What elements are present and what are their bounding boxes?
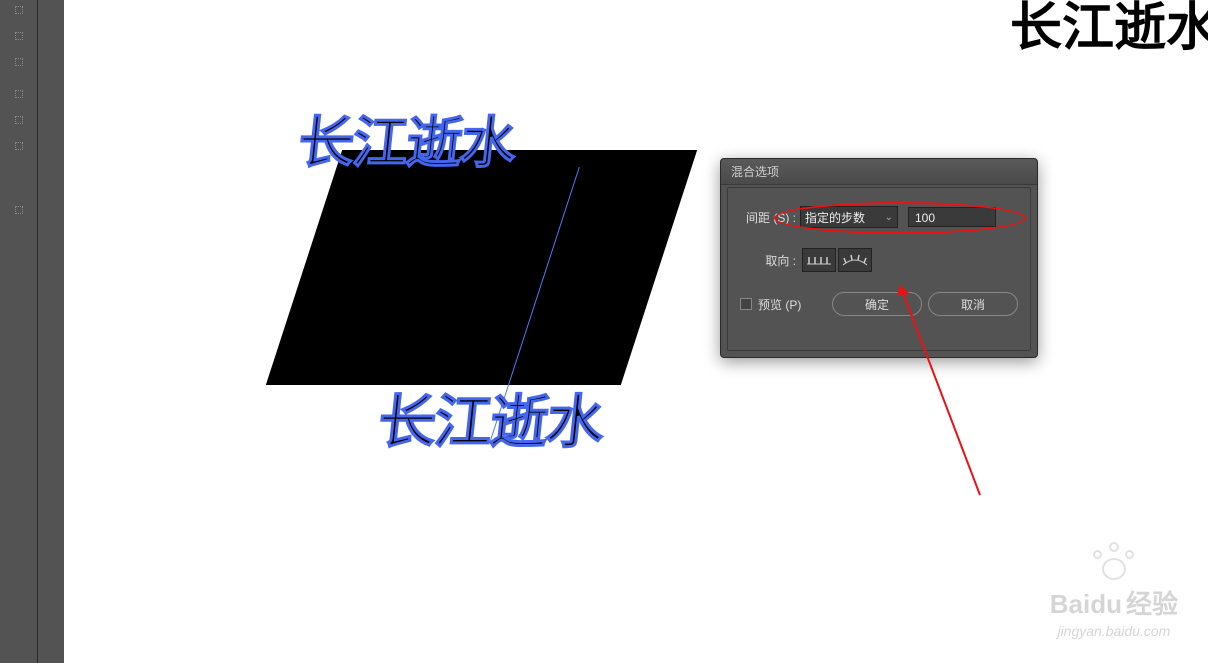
orientation-row: 取向 :	[740, 248, 1018, 272]
tool-slot[interactable]	[15, 206, 23, 214]
dialog-title: 混合选项	[721, 159, 1037, 185]
tool-slot[interactable]	[15, 116, 23, 124]
preview-checkbox[interactable]	[740, 298, 752, 310]
cancel-button[interactable]: 取消	[928, 292, 1018, 316]
spacing-row: 间距 (S) : 指定的步数 ⌄ 100	[740, 206, 1018, 228]
preview-label: 预览 (P)	[758, 296, 801, 313]
orientation-label: 取向 :	[740, 252, 796, 269]
dialog-body: 间距 (S) : 指定的步数 ⌄ 100 取向 :	[727, 187, 1031, 351]
ok-button[interactable]: 确定	[832, 292, 922, 316]
watermark: Baidu 经验 jingyan.baidu.com	[1050, 542, 1178, 639]
paw-icon	[1089, 542, 1139, 582]
blend-options-dialog: 混合选项 间距 (S) : 指定的步数 ⌄ 100 取向 :	[720, 158, 1038, 358]
orient-align-page-icon	[806, 253, 832, 267]
orient-align-page-button[interactable]	[802, 248, 836, 272]
tool-slot[interactable]	[15, 32, 23, 40]
spacing-label: 间距 (S) :	[740, 209, 796, 226]
tool-slot[interactable]	[15, 58, 23, 66]
blend-text-top: 长江逝水	[295, 98, 520, 179]
spacing-value-input[interactable]: 100	[908, 207, 996, 227]
spacing-method-value: 指定的步数	[805, 209, 865, 226]
watermark-brand: Baidu 经验	[1050, 584, 1178, 621]
tool-slot[interactable]	[15, 90, 23, 98]
blend-text-bottom: 长江逝水	[375, 375, 608, 459]
spacing-method-dropdown[interactable]: 指定的步数 ⌄	[800, 206, 898, 228]
blend-shape	[266, 150, 697, 385]
preview-checkbox-wrap[interactable]: 预览 (P)	[740, 296, 801, 313]
tool-panel	[0, 0, 38, 663]
orient-align-path-icon	[842, 253, 868, 267]
tool-panel-inner	[38, 0, 64, 663]
corner-text: 长江逝水	[1010, 0, 1208, 60]
tool-slot[interactable]	[15, 142, 23, 150]
blend-artwork[interactable]: 长江逝水 长江逝水	[264, 100, 684, 430]
tool-slot[interactable]	[15, 6, 23, 14]
dialog-buttons: 确定 取消	[832, 292, 1018, 316]
orient-align-path-button[interactable]	[838, 248, 872, 272]
dialog-bottom-row: 预览 (P) 确定 取消	[740, 292, 1018, 316]
chevron-down-icon: ⌄	[885, 212, 893, 223]
watermark-sub: jingyan.baidu.com	[1050, 623, 1178, 639]
